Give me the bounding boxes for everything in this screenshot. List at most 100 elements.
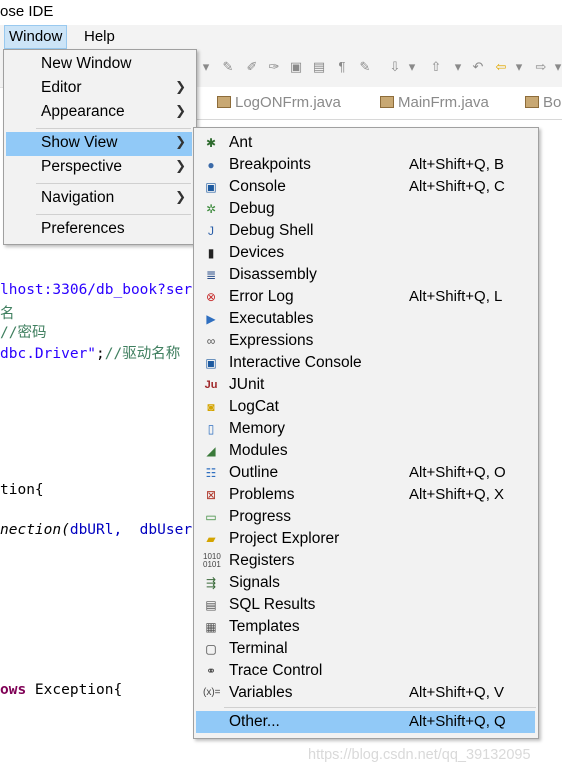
variables-icon: (x)= — [203, 687, 221, 698]
view-item-logcat[interactable]: ◙ LogCat — [196, 396, 535, 418]
menu-bar: Window Help — [0, 25, 562, 49]
block-icon[interactable]: ▤ — [311, 59, 327, 75]
menu-separator — [36, 128, 191, 129]
view-item-outline[interactable]: ☷ Outline Alt+Shift+Q, O — [196, 462, 535, 484]
view-item-modules[interactable]: ◢ Modules — [196, 440, 535, 462]
modules-icon: ◢ — [206, 444, 216, 458]
java-file-icon — [217, 96, 231, 108]
view-item-console[interactable]: ▣ Console Alt+Shift+Q, C — [196, 176, 535, 198]
menu-item-navigation[interactable]: Navigation ❯ — [6, 187, 192, 211]
code-line: 名 — [0, 306, 15, 322]
code-line: dbc.Driver";//驱动名称 — [0, 346, 181, 362]
disassembly-icon: ≣ — [205, 268, 217, 282]
logcat-icon: ◙ — [207, 400, 215, 414]
breakpoints-icon: ● — [207, 158, 215, 172]
view-item-progress[interactable]: ▭ Progress — [196, 506, 535, 528]
next-dropdown-icon[interactable]: ▾ — [404, 59, 420, 75]
view-item-ant[interactable]: ✱ Ant — [196, 132, 535, 154]
view-item-registers[interactable]: 1010 0101 Registers — [196, 550, 535, 572]
view-item-templates[interactable]: ▦ Templates — [196, 616, 535, 638]
watermark: https://blog.csdn.net/qq_39132095 — [308, 747, 531, 763]
forward-dropdown-icon[interactable]: ▾ — [550, 59, 562, 75]
menu-item-new-window[interactable]: New Window — [6, 53, 192, 77]
view-item-debug-shell[interactable]: J Debug Shell — [196, 220, 535, 242]
menu-item-editor[interactable]: Editor ❯ — [6, 77, 192, 101]
menu-item-perspective[interactable]: Perspective ❯ — [6, 156, 192, 180]
code-line: tion{ — [0, 482, 44, 498]
terminal-icon: ▢ — [205, 642, 217, 656]
view-item-trace-control[interactable]: ⚭ Trace Control — [196, 660, 535, 682]
code-line: nection(dbURl, dbUser — [0, 522, 193, 538]
prev-annotation-icon[interactable]: ⇧ — [428, 59, 444, 75]
editor-tabs: LogONFrm.java MainFrm.java Bo — [195, 87, 562, 120]
last-edit-icon[interactable]: ↶ — [470, 59, 486, 75]
ant-icon: ✱ — [205, 136, 217, 150]
menu-item-appearance[interactable]: Appearance ❯ — [6, 101, 192, 125]
marker-icon[interactable]: ✐ — [244, 59, 260, 75]
prev-dropdown-icon[interactable]: ▾ — [450, 59, 466, 75]
debug-shell-icon: J — [208, 224, 214, 238]
menu-help[interactable]: Help — [80, 26, 119, 48]
memory-icon: ▯ — [207, 422, 215, 436]
view-item-signals[interactable]: ⇶ Signals — [196, 572, 535, 594]
menu-separator — [36, 183, 191, 184]
trace-control-icon: ⚭ — [205, 664, 217, 678]
problems-icon: ⊠ — [205, 488, 217, 502]
view-item-executables[interactable]: ▶ Executables — [196, 308, 535, 330]
progress-icon: ▭ — [205, 510, 217, 524]
submenu-arrow-icon: ❯ — [175, 134, 186, 149]
menu-separator — [36, 214, 191, 215]
window-menu: New Window Editor ❯ Appearance ❯ Show Vi… — [3, 49, 197, 245]
annotation-icon[interactable]: ✎ — [357, 59, 373, 75]
debug-icon: ✲ — [205, 202, 217, 216]
view-item-breakpoints[interactable]: ● Breakpoints Alt+Shift+Q, B — [196, 154, 535, 176]
menu-item-show-view[interactable]: Show View ❯ — [6, 132, 192, 156]
console-icon: ▣ — [205, 180, 217, 194]
code-line: ows Exception{ — [0, 682, 123, 698]
view-item-variables[interactable]: (x)= Variables Alt+Shift+Q, V — [196, 682, 535, 704]
signals-icon: ⇶ — [205, 576, 217, 590]
toggle-icon[interactable]: ▣ — [288, 59, 304, 75]
view-item-interactive-console[interactable]: ▣ Interactive Console — [196, 352, 535, 374]
expressions-icon: ∞ — [206, 334, 216, 348]
view-item-expressions[interactable]: ∞ Expressions — [196, 330, 535, 352]
view-item-problems[interactable]: ⊠ Problems Alt+Shift+Q, X — [196, 484, 535, 506]
registers-icon: 1010 0101 — [203, 552, 221, 569]
view-item-error-log[interactable]: ⊗ Error Log Alt+Shift+Q, L — [196, 286, 535, 308]
menu-window[interactable]: Window — [4, 25, 68, 49]
view-item-memory[interactable]: ▯ Memory — [196, 418, 535, 440]
view-item-junit[interactable]: Ju JUnit — [196, 374, 535, 396]
tab-mainfrm[interactable]: MainFrm.java — [380, 93, 489, 113]
code-line: lhost:3306/db_book?ser — [0, 282, 193, 298]
forward-icon[interactable]: ⇨ — [533, 59, 549, 75]
submenu-arrow-icon: ❯ — [175, 158, 186, 173]
view-item-devices[interactable]: ▮ Devices — [196, 242, 535, 264]
view-item-disassembly[interactable]: ≣ Disassembly — [196, 264, 535, 286]
menu-separator — [224, 707, 536, 708]
tab-bo[interactable]: Bo — [525, 93, 561, 113]
back-icon[interactable]: ⇦ — [493, 59, 509, 75]
pin-icon[interactable]: ✎ — [220, 59, 236, 75]
outline-icon: ☷ — [205, 466, 217, 480]
templates-icon: ▦ — [205, 620, 217, 634]
next-annotation-icon[interactable]: ⇩ — [387, 59, 403, 75]
executables-icon: ▶ — [206, 312, 216, 326]
interactive-console-icon: ▣ — [205, 356, 217, 370]
project-explorer-icon: ▰ — [206, 532, 216, 546]
paragraph-icon[interactable]: ¶ — [334, 59, 350, 75]
submenu-arrow-icon: ❯ — [175, 79, 186, 94]
menu-item-preferences[interactable]: Preferences — [6, 218, 192, 242]
dropdown-arrow-icon[interactable]: ▾ — [198, 59, 214, 75]
view-item-other[interactable]: Other... Alt+Shift+Q, Q — [196, 711, 535, 733]
view-item-debug[interactable]: ✲ Debug — [196, 198, 535, 220]
view-item-terminal[interactable]: ▢ Terminal — [196, 638, 535, 660]
back-dropdown-icon[interactable]: ▾ — [511, 59, 527, 75]
show-view-submenu: ✱ Ant ● Breakpoints Alt+Shift+Q, B ▣ Con… — [193, 127, 539, 739]
devices-icon: ▮ — [207, 246, 215, 260]
edit-icon[interactable]: ✑ — [266, 59, 282, 75]
sql-results-icon: ▤ — [205, 598, 217, 612]
view-item-sql-results[interactable]: ▤ SQL Results — [196, 594, 535, 616]
tab-logonfrm[interactable]: LogONFrm.java — [217, 93, 341, 113]
title-bar: ose IDE — [0, 0, 562, 25]
view-item-project-explorer[interactable]: ▰ Project Explorer — [196, 528, 535, 550]
